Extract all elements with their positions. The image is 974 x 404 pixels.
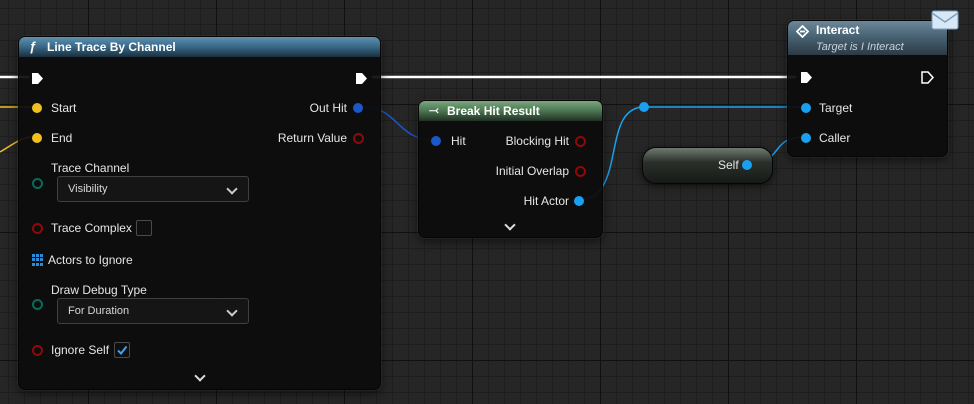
- trace-channel-label: Trace Channel: [51, 161, 130, 175]
- function-icon: ƒ: [29, 39, 37, 54]
- array-pin-icon[interactable]: [32, 254, 44, 266]
- caller-pin[interactable]: [801, 133, 811, 143]
- caller-label: Caller: [819, 131, 851, 145]
- trace-complex-checkbox[interactable]: [136, 220, 152, 236]
- line-trace-title: Line Trace By Channel: [47, 40, 176, 54]
- draw-debug-type-value: For Duration: [68, 305, 130, 317]
- interface-message-icon: [796, 25, 809, 38]
- trace-channel-pin[interactable]: [32, 178, 43, 189]
- end-label: End: [51, 131, 73, 145]
- ignore-self-checkbox[interactable]: [114, 342, 130, 358]
- expand-pins-chevron-icon[interactable]: [504, 219, 516, 231]
- trace-channel-dropdown[interactable]: Visibility: [57, 176, 249, 202]
- return-value-pin[interactable]: [353, 133, 364, 144]
- hit-input-pin[interactable]: [431, 136, 441, 146]
- self-label: Self: [718, 158, 739, 172]
- start-label: Start: [51, 101, 77, 115]
- hit-actor-pin[interactable]: [574, 196, 584, 206]
- hit-label: Hit: [451, 134, 466, 148]
- self-node[interactable]: Self: [642, 147, 773, 184]
- exec-out-pin[interactable]: [355, 72, 368, 85]
- blocking-hit-pin[interactable]: [575, 136, 586, 147]
- out-hit-label: Out Hit: [309, 101, 347, 115]
- interact-header[interactable]: Interact Target is I Interact: [788, 21, 947, 55]
- trace-complex-pin[interactable]: [32, 223, 43, 234]
- line-trace-header[interactable]: ƒ Line Trace By Channel: [19, 37, 380, 57]
- blocking-hit-label: Blocking Hit: [505, 134, 569, 148]
- return-value-label: Return Value: [277, 131, 347, 145]
- interact-title: Interact: [816, 23, 860, 37]
- actors-to-ignore-label: Actors to Ignore: [48, 253, 133, 267]
- start-pin[interactable]: [32, 103, 42, 113]
- chevron-down-icon: [226, 305, 238, 317]
- ignore-self-pin[interactable]: [32, 345, 43, 356]
- initial-overlap-pin[interactable]: [575, 166, 586, 177]
- exec-in-pin[interactable]: [31, 72, 44, 85]
- out-hit-pin[interactable]: [353, 103, 363, 113]
- break-hit-title: Break Hit Result: [447, 104, 540, 118]
- target-label: Target: [819, 101, 853, 115]
- interact-node[interactable]: Interact Target is I Interact Target Cal…: [787, 10, 959, 157]
- interact-subtitle: Target is I Interact: [816, 41, 904, 53]
- draw-debug-type-pin[interactable]: [32, 299, 43, 310]
- break-struct-icon: ⤙: [429, 103, 439, 117]
- trace-complex-label: Trace Complex: [51, 221, 132, 235]
- self-output-pin[interactable]: [742, 160, 752, 170]
- draw-debug-type-label: Draw Debug Type: [51, 283, 147, 297]
- interact-exec-out-pin[interactable]: [921, 71, 934, 84]
- interact-exec-in-pin[interactable]: [800, 71, 813, 84]
- break-hit-node[interactable]: ⤙ Break Hit Result Hit Blocking Hit Init…: [418, 100, 603, 238]
- target-pin[interactable]: [801, 103, 811, 113]
- checkmark-icon: [117, 345, 128, 356]
- initial-overlap-label: Initial Overlap: [495, 164, 569, 178]
- ignore-self-label: Ignore Self: [51, 343, 110, 357]
- hit-actor-label: Hit Actor: [523, 194, 569, 208]
- envelope-icon: [931, 10, 959, 30]
- trace-channel-value: Visibility: [68, 183, 108, 195]
- break-hit-header[interactable]: ⤙ Break Hit Result: [419, 101, 602, 121]
- reroute-knot: [639, 102, 649, 112]
- draw-debug-type-dropdown[interactable]: For Duration: [57, 298, 249, 324]
- chevron-down-icon: [226, 183, 238, 195]
- expand-advanced-chevron-icon[interactable]: [194, 370, 206, 382]
- end-pin[interactable]: [32, 133, 42, 143]
- line-trace-node[interactable]: ƒ Line Trace By Channel Start End Trace …: [18, 36, 381, 390]
